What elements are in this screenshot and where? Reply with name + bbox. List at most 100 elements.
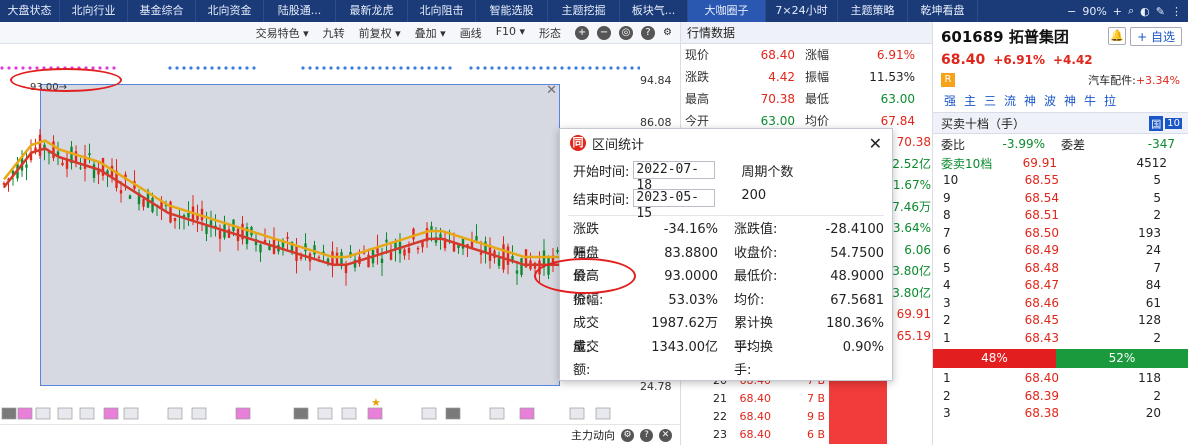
chart-tool-button[interactable]: F10 ▾ [490, 25, 531, 41]
quote-row: 涨跌 4.42 振幅 11.53% [681, 66, 932, 88]
orderbook-mode-icon[interactable]: 国 [1149, 115, 1164, 131]
event-icon[interactable] [367, 407, 383, 420]
signal-tag[interactable]: 拉 [1101, 92, 1119, 110]
orderbook-ten-icon[interactable]: 10 [1165, 117, 1182, 129]
level-index: 7 [943, 225, 951, 240]
level-volume: 84 [1145, 278, 1161, 292]
event-icon[interactable] [341, 407, 357, 420]
footer-help-icon[interactable]: ? [640, 428, 653, 442]
signal-tag[interactable]: 牛 [1081, 92, 1099, 110]
theme-icon[interactable]: ◐ [1140, 5, 1150, 18]
event-icon[interactable] [317, 407, 333, 420]
signal-dot [301, 66, 305, 70]
footer-settings-icon[interactable]: ⚙ [621, 428, 634, 442]
nav-tab[interactable]: 主题挖掘 [548, 0, 620, 22]
event-icon[interactable] [445, 407, 461, 420]
chart-settings-icon[interactable]: ⚙ [663, 27, 672, 38]
nav-tab[interactable]: 板块气... [620, 0, 688, 22]
signal-dot [441, 66, 445, 70]
event-icon[interactable] [103, 407, 119, 420]
nav-tab[interactable]: 7×24小时 [766, 0, 838, 22]
event-icon[interactable] [167, 407, 183, 420]
chart-tool-button[interactable]: 交易特色 ▾ [250, 25, 315, 41]
search-icon[interactable]: ⌕ [1128, 4, 1134, 18]
signal-tag[interactable]: 波 [1041, 92, 1059, 110]
candle-body [380, 258, 384, 263]
signal-dot [378, 66, 382, 70]
main-flow-label[interactable]: 主力动向 [571, 427, 615, 443]
candle-body [61, 162, 64, 166]
signal-dot [0, 66, 4, 70]
zoom-in-icon[interactable]: + [1113, 5, 1122, 18]
event-icon[interactable] [595, 407, 611, 420]
event-icon[interactable] [519, 407, 535, 420]
level-price: 68.46 [1024, 295, 1059, 310]
chart-tool-button[interactable]: 前复权 ▾ [353, 25, 407, 41]
nav-tab[interactable]: 最新龙虎 [336, 0, 408, 22]
event-icon[interactable] [293, 407, 309, 420]
signal-tag[interactable]: 流 [1001, 92, 1019, 110]
signal-dot [413, 66, 417, 70]
signal-tag[interactable]: 三 [981, 92, 999, 110]
event-icon[interactable] [235, 407, 251, 420]
orderbook-row: 10 68.55 5 [933, 172, 1188, 190]
signal-dot [392, 66, 396, 70]
nav-tab[interactable]: 北向阻击 [408, 0, 476, 22]
event-icon[interactable] [35, 407, 51, 420]
event-icon[interactable] [123, 407, 139, 420]
level-price: 68.38 [1024, 406, 1059, 420]
chart-tool-button[interactable]: 九转 [317, 25, 351, 41]
nav-tab[interactable]: 北向资金 [196, 0, 264, 22]
add-icon[interactable]: + [575, 25, 590, 40]
edit-icon[interactable]: ✎ [1156, 5, 1165, 18]
industry-pct: +3.34% [1135, 73, 1180, 87]
signal-dot [371, 66, 375, 70]
event-icon[interactable] [421, 407, 437, 420]
chart-tool-button[interactable]: 画线 [454, 25, 488, 41]
footer-close-icon[interactable]: ✕ [659, 428, 672, 442]
signal-dot [350, 66, 354, 70]
weicha-value: -347 [1147, 137, 1175, 151]
zoom-out-icon[interactable]: − [1067, 5, 1076, 18]
nav-tab[interactable]: 陆股通... [264, 0, 336, 22]
period-count-label: 周期个数 [741, 164, 794, 180]
menu-icon[interactable]: ⋮ [1171, 5, 1182, 18]
chart-tool-button[interactable]: 叠加 ▾ [409, 25, 452, 41]
dialog-header: 同 区间统计 ✕ [560, 129, 892, 157]
signal-dot [196, 66, 200, 70]
price-chg: +4.42 [1052, 53, 1093, 67]
nav-tab[interactable]: 基金综合 [128, 0, 196, 22]
start-time-input[interactable]: 2022-07-18 [633, 161, 716, 193]
signal-tag[interactable]: 神 [1061, 92, 1079, 110]
chart-tool-button[interactable]: 形态 [533, 25, 567, 41]
event-icon[interactable] [191, 407, 207, 420]
nav-tab[interactable]: 大咖圈子 [688, 0, 766, 22]
event-icon[interactable] [57, 407, 73, 420]
event-icon[interactable] [1, 407, 17, 420]
help-icon[interactable]: ? [641, 25, 656, 40]
nav-tab[interactable]: 乾坤看盘 [908, 0, 978, 22]
signal-tag[interactable]: 主 [961, 92, 979, 110]
signal-tag[interactable]: 神 [1021, 92, 1039, 110]
weibi-value: -3.99% [1002, 137, 1045, 151]
signal-dot [357, 66, 361, 70]
nav-tab[interactable]: 北向行业 [60, 0, 128, 22]
event-icon[interactable] [17, 407, 33, 420]
nav-tab[interactable]: 大盘状态 [0, 0, 60, 22]
event-icon[interactable] [569, 407, 585, 420]
signal-dot [448, 66, 452, 70]
dialog-close-icon[interactable]: ✕ [869, 134, 882, 153]
nav-tab[interactable]: 主题策略 [838, 0, 908, 22]
end-time-input[interactable]: 2023-05-15 [633, 189, 716, 221]
event-icon[interactable] [79, 407, 95, 420]
price-line: 68.40 +6.91% +4.42 [933, 50, 1188, 70]
event-icon[interactable] [489, 407, 505, 420]
add-watchlist-button[interactable]: + 自选 [1130, 26, 1182, 46]
target-icon[interactable]: ◎ [619, 25, 634, 40]
minus-icon[interactable]: − [597, 25, 612, 40]
signal-dot [518, 66, 522, 70]
signal-tag[interactable]: 强 [941, 92, 959, 110]
nav-tab[interactable]: 智能选股 [476, 0, 548, 22]
industry-name[interactable]: 汽车配件: [1088, 72, 1136, 88]
bell-icon[interactable]: 🔔 [1108, 27, 1127, 45]
